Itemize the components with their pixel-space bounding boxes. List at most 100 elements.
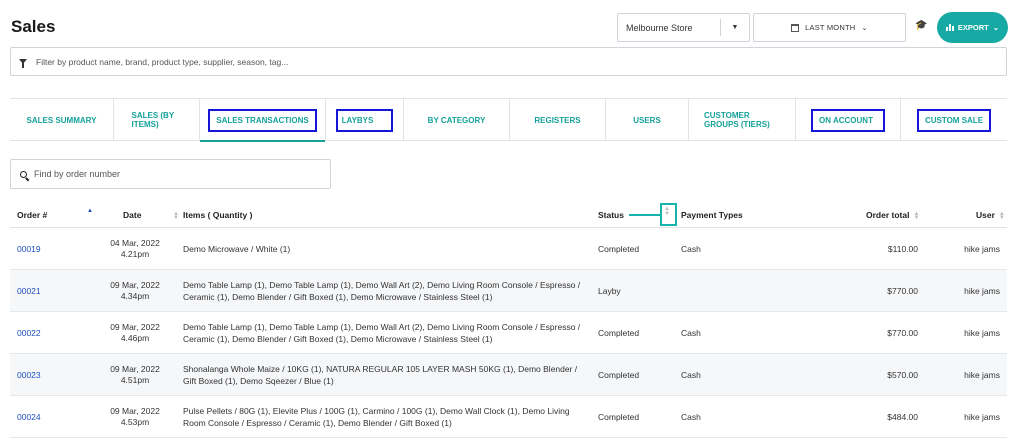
sort-asc-icon[interactable]: ▲ — [87, 208, 93, 214]
store-select[interactable]: Melbourne Store ▼ — [617, 13, 750, 42]
sort-icon: ▲ ▼ — [998, 210, 1005, 221]
store-select-value: Melbourne Store — [626, 22, 693, 33]
page-title: Sales — [11, 17, 56, 36]
payment-type: Cash — [681, 327, 701, 338]
caret-down-icon[interactable]: ▼ — [721, 24, 749, 31]
tab-users[interactable]: USERS — [606, 99, 689, 141]
payment-type: Cash — [681, 243, 701, 254]
col-total-label: Order total — [866, 210, 910, 220]
order-link[interactable]: 00022 — [17, 312, 41, 353]
tab-sales-transactions[interactable]: SALES TRANSACTIONS — [200, 99, 326, 142]
col-payment-label: Payment Types — [681, 210, 743, 220]
report-tabs: SALES SUMMARY SALES (BY ITEMS) SALES TRA… — [10, 98, 1007, 142]
time-text: 4.51pm — [120, 374, 150, 385]
tab-sales-summary[interactable]: SALES SUMMARY — [10, 99, 114, 141]
col-date[interactable]: Date — [123, 210, 141, 220]
order-status: Completed — [598, 327, 640, 338]
order-search-input[interactable]: Find by order number — [10, 159, 331, 189]
order-user: hike jams — [964, 327, 1000, 338]
order-total: $110.00 — [887, 243, 918, 254]
order-user: hike jams — [964, 285, 1000, 296]
order-status: Layby — [598, 285, 621, 296]
date-text: 09 Mar, 2022 — [110, 321, 160, 332]
order-user: hike jams — [964, 243, 1000, 254]
time-text: 4.53pm — [120, 416, 150, 427]
sort-icon[interactable]: ▲ ▼ — [664, 206, 670, 217]
calendar-icon — [791, 23, 800, 32]
table-row[interactable]: 00023 09 Mar, 2022 4.51pm Shonalanga Whol… — [10, 354, 1007, 396]
tab-customer-groups[interactable]: CUSTOMER GROUPS (TIERS) — [689, 99, 796, 141]
order-search-placeholder: Find by order number — [34, 169, 121, 179]
order-items: Demo Table Lamp (1), Demo Table Lamp (1)… — [183, 321, 581, 344]
order-items: Shonalanga Whole Maize / 10KG (1), NATUR… — [183, 363, 578, 386]
tab-label: LAYBYS — [335, 108, 394, 132]
payment-type: Cash — [681, 369, 701, 380]
tab-label: ON ACCOUNT — [811, 108, 885, 132]
tab-sales-by-items[interactable]: SALES (BY ITEMS) — [114, 99, 200, 141]
table-row[interactable]: 00019 04 Mar, 2022 4.21pm Demo Microwave … — [10, 228, 1007, 270]
filter-icon — [19, 59, 27, 68]
filter-input[interactable]: Filter by product name, brand, product t… — [10, 47, 1007, 76]
tab-label: SALES (BY ITEMS) — [131, 111, 175, 129]
tab-label: USERS — [633, 115, 661, 125]
bar-chart-icon — [945, 24, 954, 31]
order-items: Pulse Pellets / 80G (1), Elevite Plus / … — [183, 405, 570, 428]
col-order-label: Order # — [17, 210, 48, 220]
order-user: hike jams — [964, 411, 1000, 422]
tab-by-category[interactable]: BY CATEGORY — [404, 99, 510, 141]
order-total: $770.00 — [887, 327, 918, 338]
tab-label: CUSTOMER GROUPS (TIERS) — [704, 111, 770, 129]
tab-label: SALES SUMMARY — [26, 115, 97, 125]
table-row[interactable]: 00021 09 Mar, 2022 4.34pm Demo Table Lamp… — [10, 270, 1007, 312]
annotation-line — [629, 214, 660, 216]
order-user: hike jams — [964, 369, 1000, 380]
time-text: 4.21pm — [120, 248, 150, 259]
order-link[interactable]: 00021 — [17, 270, 41, 311]
date-range-label: LAST MONTH — [805, 23, 856, 32]
date-text: 04 Mar, 2022 — [110, 237, 160, 248]
col-user[interactable]: User ▲ ▼ — [976, 210, 1005, 221]
col-status[interactable]: Status — [598, 210, 624, 220]
date-text: 09 Mar, 2022 — [110, 279, 160, 290]
order-total: $484.00 — [887, 411, 918, 422]
order-date: 09 Mar, 2022 4.53pm — [95, 396, 175, 437]
tab-custom-sale[interactable]: CUSTOM SALE — [901, 99, 1007, 141]
date-text: 09 Mar, 2022 — [110, 363, 160, 374]
order-total: $570.00 — [887, 369, 918, 380]
payment-type: Cash — [681, 411, 701, 422]
time-text: 4.34pm — [120, 290, 150, 301]
col-items: Items ( Quantity ) — [183, 210, 252, 220]
tab-label: BY CATEGORY — [427, 115, 486, 125]
tab-registers[interactable]: REGISTERS — [510, 99, 606, 141]
date-text: 09 Mar, 2022 — [110, 405, 160, 416]
order-link[interactable]: 00023 — [17, 354, 41, 395]
order-date: 09 Mar, 2022 4.46pm — [95, 312, 175, 353]
order-link[interactable]: 00024 — [17, 396, 41, 437]
col-payment: Payment Types — [681, 210, 743, 220]
sort-icon[interactable]: ▲ ▼ — [169, 210, 179, 221]
order-status: Completed — [598, 369, 640, 380]
tab-on-account[interactable]: ON ACCOUNT — [796, 99, 901, 141]
order-items: Demo Table Lamp (1), Demo Table Lamp (1)… — [183, 279, 581, 302]
table-row[interactable]: 00024 09 Mar, 2022 4.53pm Pulse Pellets /… — [10, 396, 1007, 438]
table-row[interactable]: 00022 09 Mar, 2022 4.46pm Demo Table Lamp… — [10, 312, 1007, 354]
date-range-button[interactable]: LAST MONTH ⌄ — [753, 13, 906, 42]
tab-laybys[interactable]: LAYBYS — [326, 99, 404, 141]
order-link[interactable]: 00019 — [17, 228, 41, 269]
col-order[interactable]: Order # — [17, 210, 47, 220]
filter-placeholder: Filter by product name, brand, product t… — [36, 56, 289, 67]
chevron-down-icon: ⌄ — [861, 23, 868, 32]
tab-label: CUSTOM SALE — [916, 108, 992, 132]
col-total[interactable]: Order total ▲ ▼ — [866, 210, 919, 221]
order-date: 09 Mar, 2022 4.51pm — [95, 354, 175, 395]
chevron-down-icon: ⌄ — [992, 23, 1000, 32]
export-button[interactable]: EXPORT ⌄ — [937, 12, 1008, 43]
tab-label: REGISTERS — [534, 115, 581, 125]
search-icon — [20, 170, 27, 178]
table-header: Order # ▲ Date ▲ ▼ Items ( Quantity ) Sta… — [10, 201, 1007, 228]
col-user-label: User — [976, 210, 995, 220]
order-status: Completed — [598, 243, 640, 254]
col-date-label: Date — [123, 210, 142, 220]
graduation-cap-icon[interactable]: 🎓 — [915, 20, 927, 31]
order-items: Demo Microwave / White (1) — [183, 243, 291, 254]
